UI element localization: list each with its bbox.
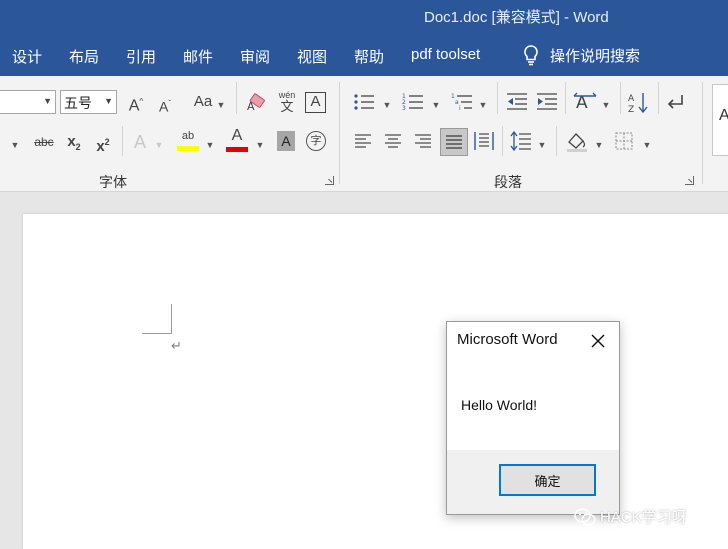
watermark-text: HACK学习呀 [600,509,687,526]
bullets-icon[interactable] [353,92,375,112]
text-effects-button[interactable]: A [130,132,150,152]
enclose-characters-button[interactable]: 字 [306,131,326,151]
paragraph-shading-icon[interactable] [565,130,589,152]
align-right-icon[interactable] [414,133,432,149]
tell-me-label: 操作说明搜索 [550,47,641,65]
grow-font-button[interactable]: A^ [126,92,146,116]
chevron-down-icon[interactable]: ▼ [382,95,392,115]
paragraph-group-label: 段落 [494,174,522,190]
font-name-combo[interactable]: ▼ [0,90,56,114]
clear-formatting-icon[interactable]: A [246,93,268,113]
chevron-down-icon[interactable]: ▼ [537,135,547,155]
phonetic-guide-button[interactable]: wén 文 [276,91,298,114]
highlight-color-button[interactable]: ab [177,130,199,151]
chevron-down-icon: ▼ [104,96,113,106]
chevron-down-icon[interactable]: ▼ [601,95,611,115]
line-spacing-icon[interactable] [510,131,532,151]
message-box: Microsoft Word Hello World! 确定 [446,321,620,515]
chevron-down-icon[interactable]: ▼ [431,95,441,115]
ok-button[interactable]: 确定 [499,464,596,496]
tab-design[interactable]: 设计 [12,46,42,67]
tab-help[interactable]: 帮助 [354,46,384,67]
watermark: HACK学习呀 [574,506,687,527]
tab-mailings[interactable]: 邮件 [183,46,213,67]
superscript-button[interactable]: x2 [93,132,113,157]
character-border-button[interactable]: A [305,92,326,113]
dialog-message: Hello World! [461,397,537,413]
tell-me-search[interactable]: 操作说明搜索 [522,44,640,66]
align-center-icon[interactable] [384,133,402,149]
ribbon-tabs: 设计 布局 引用 邮件 审阅 视图 帮助 pdf toolset 操作说明搜索 [0,36,728,76]
align-left-icon[interactable] [354,133,372,149]
strikethrough-button[interactable]: abc [31,132,57,152]
font-group-label: 字体 [99,174,127,190]
window-title: Doc1.doc [兼容模式] - Word [424,9,609,26]
tab-pdf-toolset[interactable]: pdf toolset [411,46,480,63]
svg-text:A: A [247,100,255,113]
svg-text:3: 3 [402,105,406,112]
title-bar: Doc1.doc [兼容模式] - Word [0,0,728,36]
lightbulb-icon [524,45,538,66]
document-page[interactable] [23,214,728,549]
borders-icon[interactable] [615,132,633,150]
chevron-down-icon[interactable]: ▼ [216,95,226,115]
shrink-font-button[interactable]: Aˇ [155,94,175,117]
numbering-icon[interactable]: 123 [402,92,424,112]
dialog-footer: 确定 [447,450,619,514]
chevron-down-icon[interactable]: ▼ [154,135,164,155]
wechat-icon [574,507,596,525]
paragraph-mark: ↵ [171,338,182,353]
justify-button[interactable] [440,128,468,156]
font-size-value: 五号 [64,95,92,111]
increase-indent-icon[interactable] [536,92,558,112]
chevron-down-icon[interactable]: ▼ [10,135,20,155]
asian-layout-icon[interactable]: A [573,91,597,113]
chevron-down-icon: ▼ [43,96,52,106]
character-shading-button[interactable]: A [277,131,295,151]
chevron-down-icon[interactable]: ▼ [594,135,604,155]
svg-text:A: A [628,94,635,104]
styles-gallery[interactable]: A [712,84,728,156]
tab-references[interactable]: 引用 [126,46,156,67]
svg-text:Z: Z [628,105,634,113]
tab-layout[interactable]: 布局 [69,46,99,67]
sort-icon[interactable]: A Z [628,91,650,113]
tab-review[interactable]: 审阅 [240,46,270,67]
font-size-combo[interactable]: 五号 ▼ [60,90,117,114]
paragraph-dialog-launcher-icon[interactable] [685,176,694,185]
chevron-down-icon[interactable]: ▼ [478,95,488,115]
ribbon-home: ▼ 五号 ▼ A^ Aˇ Aa ▼ A wén 文 A ▼ abc x2 x2 … [0,76,728,192]
chevron-down-icon[interactable]: ▼ [205,135,215,155]
distributed-icon[interactable] [474,131,494,151]
margin-corner-mark [171,304,172,334]
margin-corner-mark [142,333,172,334]
change-case-button[interactable]: Aa [191,92,215,112]
show-hide-marks-icon[interactable] [666,93,686,111]
style-preview-text: A [719,107,728,125]
tab-view[interactable]: 视图 [297,46,327,67]
close-icon[interactable] [590,333,606,349]
font-color-button[interactable]: A [226,128,248,152]
align-justify-icon [446,135,462,149]
decrease-indent-icon[interactable] [506,92,528,112]
font-dialog-launcher-icon[interactable] [325,176,334,185]
svg-text:i: i [459,105,461,112]
multilevel-list-icon[interactable]: 1ai [451,92,473,112]
chevron-down-icon[interactable]: ▼ [642,135,652,155]
chevron-down-icon[interactable]: ▼ [255,135,265,155]
dialog-title: Microsoft Word [457,331,558,348]
subscript-button[interactable]: x2 [64,132,84,157]
